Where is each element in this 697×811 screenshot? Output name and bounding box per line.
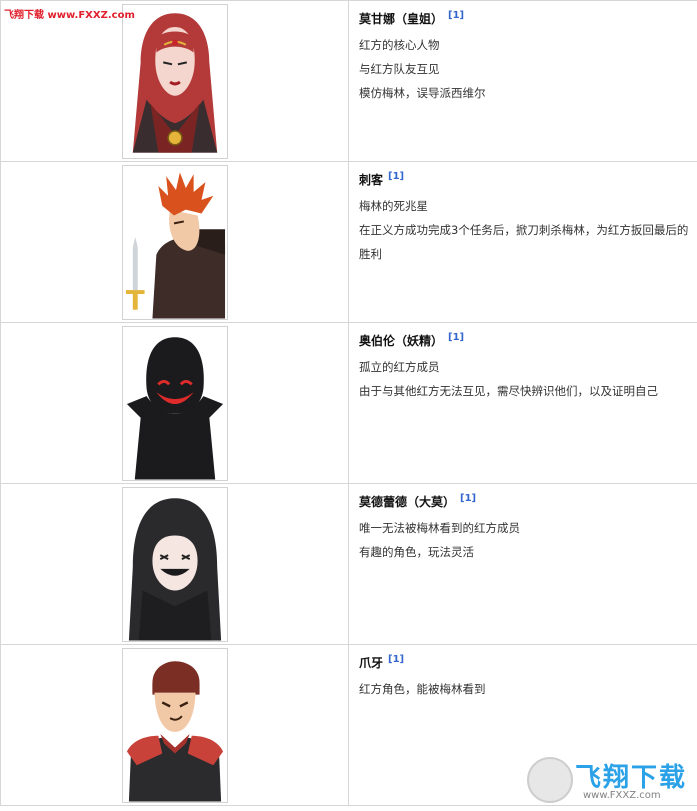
reference-link[interactable]: [1]: [460, 493, 476, 504]
table-row: 奥伯伦（妖精） [1] 孤立的红方成员 由于与其他红方无法互见，需尽快辨识他们，以…: [0, 322, 697, 484]
reference-link[interactable]: [1]: [448, 332, 464, 343]
character-description: 有趣的角色，玩法灵活: [359, 545, 474, 559]
character-description: 模仿梅林，误导派西维尔: [359, 86, 486, 100]
logo-icon: [527, 757, 573, 803]
reference-link[interactable]: [1]: [448, 10, 464, 21]
character-description: 由于与其他红方无法互见，需尽快辨识他们，以及证明自己: [359, 384, 658, 398]
description-cell: 莫德蕾德（大莫） [1] 唯一无法被梅林看到的红方成员 有趣的角色，玩法灵活: [348, 483, 697, 645]
logo-text: 飞翔下载: [575, 763, 688, 793]
reference-link[interactable]: [1]: [388, 654, 404, 665]
site-watermark: 飞翔下载 www.FXXZ.com: [4, 10, 135, 21]
orange-haired-assassin-portrait: [122, 165, 228, 320]
logo-url: www.FXXZ.com: [583, 790, 661, 801]
character-description: 唯一无法被梅林看到的红方成员: [359, 521, 520, 535]
character-description: 梅林的死兆星: [359, 199, 428, 213]
dark-hooded-mordred-portrait: [122, 487, 228, 642]
portrait-cell: [0, 322, 349, 484]
portrait-cell: [0, 0, 349, 162]
description-cell: 刺客 [1] 梅林的死兆星 在正义方成功完成3个任务后，掀刀刺杀梅林，为红方扳回最…: [348, 161, 697, 323]
character-description: 红方角色，能被梅林看到: [359, 682, 486, 696]
character-name: 刺客 [1]: [359, 171, 405, 187]
character-name: 奥伯伦（妖精） [1]: [359, 332, 465, 348]
character-description: 在正义方成功完成3个任务后，掀刀刺杀梅林，为红方扳回最后的胜利: [359, 223, 689, 261]
portrait-cell: [0, 483, 349, 645]
character-name: 爪牙 [1]: [359, 654, 405, 670]
character-description: 与红方队友互见: [359, 62, 440, 76]
character-description: 孤立的红方成员: [359, 360, 440, 374]
portrait-cell: [0, 644, 349, 806]
character-name: 莫甘娜（皇姐） [1]: [359, 10, 465, 26]
character-description: 红方的核心人物: [359, 38, 440, 52]
table-row: 莫甘娜（皇姐） [1] 红方的核心人物 与红方队友互见 模仿梅林，误导派西维尔: [0, 0, 697, 162]
table-row: 莫德蕾德（大莫） [1] 唯一无法被梅林看到的红方成员 有趣的角色，玩法灵活: [0, 483, 697, 645]
description-cell: 奥伯伦（妖精） [1] 孤立的红方成员 由于与其他红方无法互见，需尽快辨识他们，以…: [348, 322, 697, 484]
table-row: 刺客 [1] 梅林的死兆星 在正义方成功完成3个任务后，掀刀刺杀梅林，为红方扳回最…: [0, 161, 697, 323]
reference-link[interactable]: [1]: [388, 171, 404, 182]
black-hooded-oberon-portrait: [122, 326, 228, 481]
red-armored-minion-portrait: [122, 648, 228, 803]
character-table: 莫甘娜（皇姐）[1] 红方的核心人物 与红方队友互见 模仿梅林，误导派西维尔: [0, 0, 697, 806]
description-cell: 莫甘娜（皇姐） [1] 红方的核心人物 与红方队友互见 模仿梅林，误导派西维尔: [348, 0, 697, 162]
portrait-cell: [0, 161, 349, 323]
red-hooded-queen-portrait: [122, 4, 228, 159]
character-name: 莫德蕾德（大莫） [1]: [359, 493, 477, 509]
site-logo-watermark: 飞翔下载 www.FXXZ.com: [525, 755, 693, 807]
